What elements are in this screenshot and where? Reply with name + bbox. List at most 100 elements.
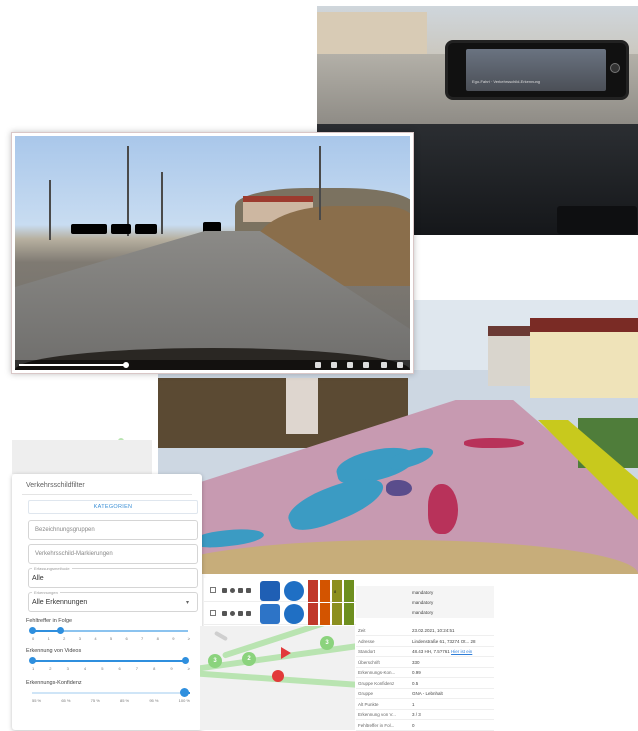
slider-tick-label: 1: [32, 666, 35, 671]
slider-confidence-track[interactable]: [32, 692, 190, 694]
map-cluster-node[interactable]: 3: [320, 636, 334, 650]
privacy-mask: [71, 224, 107, 234]
sign-thumbnail[interactable]: [260, 581, 280, 601]
delete-icon[interactable]: [222, 611, 227, 616]
heatmap-cell: [320, 603, 330, 625]
slider-videos-label: Erkennung von Videos: [26, 648, 82, 654]
video-scrubber[interactable]: [123, 362, 129, 368]
power-pole: [49, 180, 51, 240]
crack-region-purple: [386, 480, 412, 496]
theater-icon[interactable]: [363, 362, 369, 368]
capture-method-select[interactable]: [28, 568, 198, 588]
detail-type-value: mandatory: [412, 600, 434, 605]
slider-misses-max-handle[interactable]: [57, 627, 64, 634]
settings-icon[interactable]: [331, 362, 337, 368]
volume-icon[interactable]: [397, 362, 403, 368]
slider-tick-label: 9: [170, 666, 173, 671]
detail-key: Alt Punkte: [358, 701, 379, 707]
warning-sign-icon[interactable]: [281, 647, 291, 659]
map-area[interactable]: 3 2 3: [200, 626, 355, 730]
slider-tick-label: 65 %: [61, 698, 71, 703]
crack-region-red: [464, 438, 524, 448]
detail-key: Adresse: [358, 638, 375, 644]
slider-videos-min-handle[interactable]: [29, 657, 36, 664]
detections-value: Alle Erkennungen: [32, 599, 88, 606]
house: [530, 318, 638, 398]
slider-tick-label: 9: [172, 636, 175, 641]
slider-tick-label: ≥: [187, 666, 190, 671]
slider-misses-label: Fehltreffer in Folge: [26, 618, 73, 624]
sign-markings-field[interactable]: Verkehrsschild-Markierungen: [28, 544, 198, 564]
sign-thumbnail[interactable]: [260, 604, 280, 624]
slider-tick-label: 4: [83, 666, 87, 671]
detail-row: Überschrift 330: [356, 658, 494, 668]
detail-type-value: mandatory: [412, 610, 434, 615]
slider-misses-min-handle[interactable]: [29, 627, 36, 634]
slider-videos-fill: [32, 660, 188, 662]
detections-legend: Erkennungen: [32, 590, 60, 595]
label-groups-field[interactable]: Bezeichnungsgruppen: [28, 520, 198, 540]
map-cluster-node[interactable]: 2: [242, 652, 256, 666]
detail-value: 3 / 3: [412, 712, 421, 717]
miniplayer-icon[interactable]: [347, 362, 353, 368]
detail-key: Gruppe Konfidenz: [358, 680, 395, 686]
no-entry-sign-icon[interactable]: [272, 670, 284, 682]
camera-icon: [610, 63, 620, 73]
heatmap-cell: [308, 603, 318, 625]
tab-categories[interactable]: KATEGORIEN: [28, 500, 198, 514]
row-checkbox[interactable]: [210, 610, 216, 616]
building: [317, 12, 427, 56]
sign-thumbnail[interactable]: [284, 581, 304, 601]
delete-icon[interactable]: [222, 588, 227, 593]
detail-value: GNA - Lebnhalt: [412, 691, 443, 696]
fullscreen-icon[interactable]: [381, 362, 387, 368]
detail-value: 1: [412, 701, 415, 707]
slider-misses-fill: [32, 630, 60, 632]
capture-method-legend: Erfassungsmethode: [32, 566, 72, 571]
slider-tick-label: 6: [118, 666, 121, 671]
divider: [22, 494, 192, 495]
image-icon[interactable]: [246, 611, 251, 616]
video-frame: [15, 136, 410, 370]
subtitles-icon[interactable]: [315, 362, 321, 368]
location-icon[interactable]: [230, 611, 235, 616]
detail-value: 330: [412, 659, 420, 665]
slider-tick-label: 3: [78, 636, 81, 641]
video-icon[interactable]: [238, 588, 243, 593]
power-pole: [127, 146, 129, 236]
filter-title: Verkehrsschildfilter: [26, 482, 85, 489]
heatmap-cell: [320, 580, 330, 602]
location-icon[interactable]: [230, 588, 235, 593]
crack-region-red: [428, 484, 458, 534]
slider-videos-track[interactable]: [32, 660, 188, 662]
sign-thumbnail[interactable]: [284, 604, 304, 624]
heatmap-cell: [308, 580, 318, 602]
detail-key: Überschrift: [358, 659, 380, 665]
slider-misses-track[interactable]: [32, 630, 188, 632]
privacy-mask: [111, 224, 131, 234]
detail-value: 0: [412, 722, 415, 728]
map-area-left: [12, 440, 152, 474]
map-cluster-node[interactable]: 3: [208, 654, 222, 668]
slider-tick-label: 55 %: [32, 698, 42, 703]
video-icon[interactable]: [238, 611, 243, 616]
slider-videos-max-handle[interactable]: [182, 657, 189, 664]
slider-confidence-label: Erkennungs-Konfidenz: [26, 680, 82, 686]
detail-type-value: mandatory: [412, 590, 434, 595]
row-checkbox[interactable]: [210, 587, 216, 593]
chevron-down-icon: ▾: [185, 600, 189, 606]
video-player[interactable]: [11, 132, 414, 374]
slider-tick-label: 0: [32, 636, 35, 641]
slider-tick-label: 4: [94, 636, 97, 641]
map-link[interactable]: Hier ist ein: [451, 649, 472, 654]
image-icon[interactable]: [246, 588, 251, 593]
video-progress-bar[interactable]: [19, 364, 126, 366]
heatmap-cell: 8: [332, 580, 342, 602]
detail-value: 0.5: [412, 680, 419, 686]
slider-confidence-ticks: 55 % 65 % 75 % 85 % 95 % 100 %: [32, 698, 190, 703]
detail-row: Zeit 23.02.2021, 10:24:51: [356, 626, 494, 636]
slider-tick-label: ≥: [187, 636, 190, 641]
slider-confidence-handle[interactable]: [180, 688, 189, 697]
detail-key: Fehltreffer in Fol...: [358, 722, 395, 728]
slider-tick-label: 5: [109, 636, 113, 641]
